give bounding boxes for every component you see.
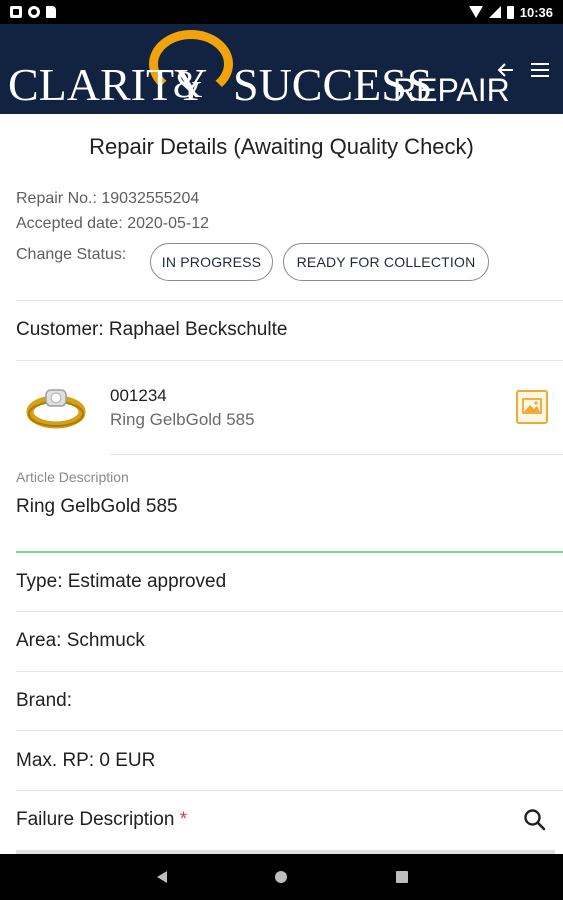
divider bbox=[16, 790, 563, 791]
article-description-field[interactable]: Ring GelbGold 585 bbox=[16, 496, 563, 518]
field-underline bbox=[16, 551, 563, 553]
divider bbox=[16, 671, 563, 672]
notification-icon bbox=[10, 6, 22, 18]
navigation-bar bbox=[0, 854, 563, 900]
signal-icon bbox=[488, 6, 501, 18]
divider bbox=[110, 454, 563, 455]
article-image-button[interactable] bbox=[516, 390, 548, 424]
page-title: Repair Details (Awaiting Quality Check) bbox=[89, 134, 474, 159]
notification-icon bbox=[28, 6, 40, 18]
failure-description-text: Failure Description bbox=[16, 809, 175, 830]
repair-details-content: Repair Details (Awaiting Quality Check) … bbox=[0, 114, 563, 854]
sd-card-icon bbox=[46, 6, 56, 18]
brand-logo: CLARITY & SUCCESS REPAIR bbox=[8, 24, 510, 114]
clock: 10:36 bbox=[519, 4, 553, 20]
image-gallery-icon bbox=[522, 398, 542, 414]
article-name: Ring GelbGold 585 bbox=[110, 410, 255, 429]
wifi-icon bbox=[468, 6, 483, 18]
repair-area: Area: Schmuck bbox=[16, 630, 145, 651]
failure-search-button[interactable] bbox=[522, 807, 548, 833]
battery-icon bbox=[506, 5, 514, 19]
divider bbox=[16, 730, 563, 731]
max-rp: Max. RP: 0 EUR bbox=[16, 750, 156, 771]
search-icon bbox=[524, 809, 546, 831]
customer-name: Customer: Raphael Beckschulte bbox=[16, 319, 288, 340]
change-status-label: Change Status: bbox=[16, 246, 127, 263]
repair-number: Repair No.: 19032555204 bbox=[16, 190, 200, 207]
required-marker: * bbox=[179, 809, 188, 830]
divider bbox=[16, 360, 563, 361]
nav-back-icon[interactable] bbox=[157, 871, 167, 883]
accepted-date: Accepted date: 2020-05-12 bbox=[16, 215, 210, 232]
notification-icons bbox=[10, 6, 56, 18]
back-button[interactable] bbox=[492, 56, 520, 84]
failure-description-label: Failure Description * bbox=[16, 809, 187, 831]
article-code: 001234 bbox=[110, 386, 167, 405]
app-bar: CLARITY & SUCCESS REPAIR bbox=[0, 24, 563, 114]
status-bar: 10:36 bbox=[0, 0, 563, 24]
repair-type: Type: Estimate approved bbox=[16, 571, 227, 592]
divider bbox=[16, 300, 563, 301]
nav-recents-icon[interactable] bbox=[396, 871, 408, 883]
hamburger-menu-icon bbox=[531, 63, 549, 77]
system-icons: 10:36 bbox=[468, 4, 553, 20]
in-progress-button[interactable]: IN PROGRESS bbox=[150, 243, 273, 281]
brand-amp: & bbox=[173, 64, 203, 106]
article-description-label: Article Description bbox=[16, 469, 129, 485]
ring-image bbox=[26, 389, 86, 429]
menu-button[interactable] bbox=[526, 56, 554, 84]
arrow-back-icon bbox=[497, 63, 513, 77]
ready-for-collection-button[interactable]: READY FOR COLLECTION bbox=[283, 243, 489, 281]
divider bbox=[16, 611, 563, 612]
brand-field: Brand: bbox=[16, 690, 72, 711]
nav-home-icon[interactable] bbox=[275, 871, 287, 883]
